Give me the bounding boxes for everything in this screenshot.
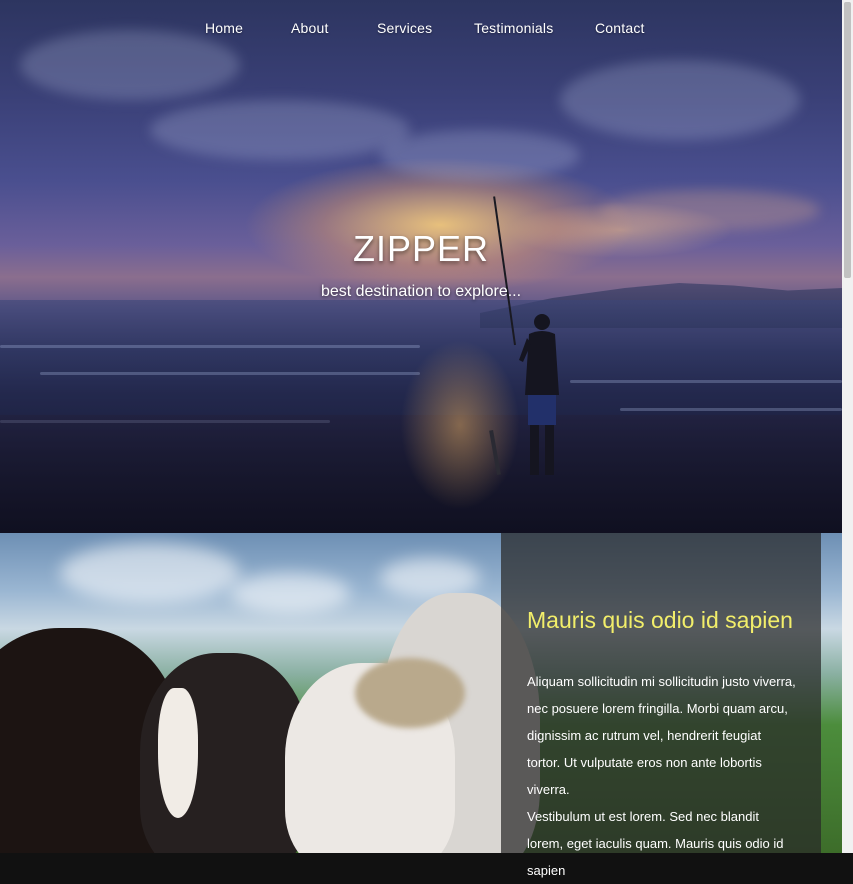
wave — [0, 345, 420, 348]
hero-subtitle: best destination to explore... — [320, 283, 522, 300]
hero-banner: Home About Services Testimonials Contact… — [0, 0, 842, 533]
sun-reflection — [400, 340, 520, 510]
horse-blaze — [158, 688, 198, 818]
nav-about-link[interactable]: About — [291, 20, 329, 36]
cloud — [150, 100, 410, 160]
cloud — [600, 190, 820, 230]
main-navigation: Home About Services Testimonials Contact — [0, 20, 842, 42]
nav-services-link[interactable]: Services — [377, 20, 432, 36]
horse-mane — [355, 658, 465, 728]
feature-heading: Mauris quis odio id sapien — [527, 607, 793, 633]
hero-title: ZIPPER — [352, 228, 490, 269]
wave — [40, 372, 420, 375]
cloud — [380, 130, 580, 180]
nav-testimonials-link[interactable]: Testimonials — [474, 20, 553, 36]
feature-paragraph: Aliquam sollicitudin mi sollicitudin jus… — [527, 674, 796, 797]
nav-contact-link[interactable]: Contact — [595, 20, 645, 36]
cloud — [560, 60, 800, 140]
nav-home-link[interactable]: Home — [205, 20, 243, 36]
cloud — [230, 573, 350, 613]
feature-paragraph: Vestibulum ut est lorem. Sed nec blandit… — [527, 809, 784, 878]
cloud — [380, 558, 480, 598]
fisherman-silhouette — [519, 314, 559, 475]
wave — [570, 380, 842, 383]
scrollbar-thumb[interactable] — [844, 2, 851, 278]
cloud — [60, 543, 240, 603]
wave — [620, 408, 842, 411]
